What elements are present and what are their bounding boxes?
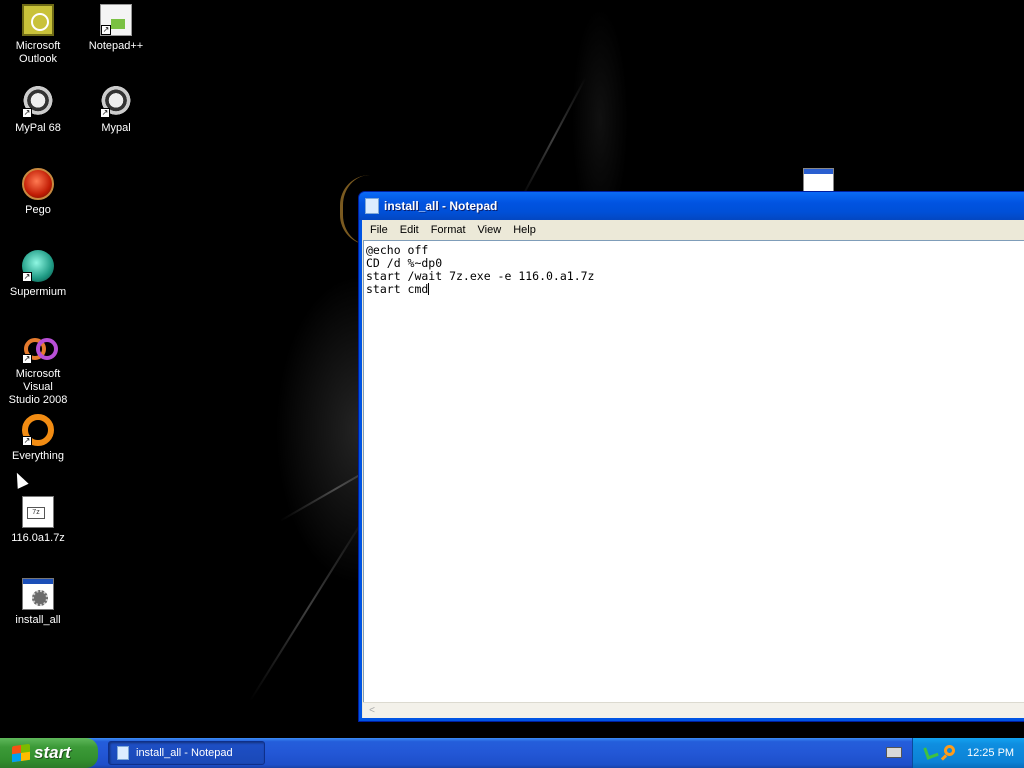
text-line: start /wait 7z.exe -e 116.0.a1.7z — [366, 269, 595, 283]
batch-file-icon — [22, 578, 54, 610]
desktop-icon-everything[interactable]: ↗ Everything — [0, 414, 76, 463]
7z-archive-icon — [22, 496, 54, 528]
shortcut-arrow-icon: ↗ — [22, 272, 32, 282]
notepad-window[interactable]: install_all - Notepad File Edit Format V… — [358, 191, 1024, 722]
desktop[interactable]: Microsoft Outlook ↗ Notepad++ ↗ MyPal 68… — [0, 0, 1024, 738]
icon-label: Supermium — [9, 286, 67, 298]
notepad-plus-plus-icon: ↗ — [100, 4, 132, 36]
icon-label: Microsoft Visual — [15, 368, 61, 393]
icon-label: Outlook — [19, 53, 57, 65]
mypal-raccoon-icon: ↗ — [22, 86, 54, 118]
scroll-left-icon[interactable]: < — [365, 705, 379, 717]
shortcut-arrow-icon: ↗ — [100, 108, 110, 118]
start-label: start — [34, 743, 71, 762]
title-bar[interactable]: install_all - Notepad — [359, 192, 1024, 220]
text-editor[interactable]: @echo off CD /d %~dp0 start /wait 7z.exe -… — [363, 240, 1024, 718]
search-icon[interactable] — [944, 745, 955, 756]
taskbar: start install_all - Notepad 12:25 PM — [0, 738, 1024, 768]
desktop-icon-pego[interactable]: Pego — [0, 168, 76, 217]
mypal-raccoon-icon: ↗ — [100, 86, 132, 118]
mouse-cursor-icon — [11, 470, 29, 489]
desktop-icon-mypal[interactable]: ↗ Mypal — [78, 86, 154, 135]
icon-label: Everything — [12, 450, 64, 462]
supermium-icon: ↗ — [22, 250, 54, 282]
visual-studio-icon: ↗ — [22, 332, 58, 364]
start-button[interactable]: start — [0, 738, 98, 768]
everything-search-icon: ↗ — [22, 414, 54, 446]
wallpaper-streak — [519, 76, 587, 202]
horizontal-scrollbar[interactable]: < — [363, 702, 1024, 718]
shortcut-arrow-icon: ↗ — [101, 25, 111, 35]
desktop-icon-visual-studio[interactable]: ↗ Microsoft Visual Studio 2008 — [0, 332, 76, 407]
menu-file[interactable]: File — [364, 220, 394, 240]
shortcut-arrow-icon: ↗ — [22, 108, 32, 118]
icon-label: Mypal — [101, 122, 131, 134]
icon-label: Notepad++ — [88, 40, 144, 52]
pego-icon — [22, 168, 54, 200]
notepad-icon — [365, 198, 379, 214]
taskbar-button-label: install_all - Notepad — [136, 747, 233, 759]
menu-bar: File Edit Format View Help — [362, 220, 1024, 240]
menu-help[interactable]: Help — [507, 220, 542, 240]
desktop-icon-install-all[interactable]: install_all — [0, 578, 76, 627]
menu-edit[interactable]: Edit — [394, 220, 425, 240]
desktop-icon-notepad-plus-plus[interactable]: ↗ Notepad++ — [78, 4, 154, 53]
outlook-icon — [22, 4, 54, 36]
notepad-icon — [117, 746, 129, 760]
text-line: start cmd — [366, 282, 429, 296]
window-frame: File Edit Format View Help @echo off CD /… — [362, 220, 1024, 718]
desktop-icon-outlook[interactable]: Microsoft Outlook — [0, 4, 76, 66]
system-tray: 12:25 PM — [912, 738, 1024, 768]
taskbar-button-notepad[interactable]: install_all - Notepad — [108, 741, 265, 765]
icon-label: 116.0a1.7z — [11, 532, 65, 544]
icon-label: install_all — [15, 614, 61, 626]
text-line: @echo off — [366, 243, 429, 257]
icon-label: Studio 2008 — [8, 394, 68, 406]
menu-view[interactable]: View — [472, 220, 508, 240]
icon-label: Microsoft — [15, 40, 61, 52]
shortcut-arrow-icon: ↗ — [22, 354, 32, 364]
wallpaper-streak — [249, 513, 368, 702]
windows-logo-icon — [12, 743, 30, 763]
window-title: install_all - Notepad — [384, 199, 498, 213]
background-window-icon — [803, 168, 834, 192]
icon-label: MyPal 68 — [15, 122, 61, 134]
clock[interactable]: 12:25 PM — [967, 738, 1014, 768]
text-line-with-caret: start cmd — [366, 283, 1024, 296]
text-caret — [428, 283, 430, 295]
desktop-icon-supermium[interactable]: ↗ Supermium — [0, 250, 76, 299]
shortcut-arrow-icon: ↗ — [22, 436, 32, 446]
icon-label: Pego — [25, 204, 51, 216]
menu-format[interactable]: Format — [425, 220, 472, 240]
network-icon[interactable] — [923, 744, 939, 760]
desktop-icon-7z-archive[interactable]: 116.0a1.7z — [0, 496, 76, 545]
keyboard-icon[interactable] — [886, 747, 902, 758]
desktop-icon-mypal-68[interactable]: ↗ MyPal 68 — [0, 86, 76, 135]
